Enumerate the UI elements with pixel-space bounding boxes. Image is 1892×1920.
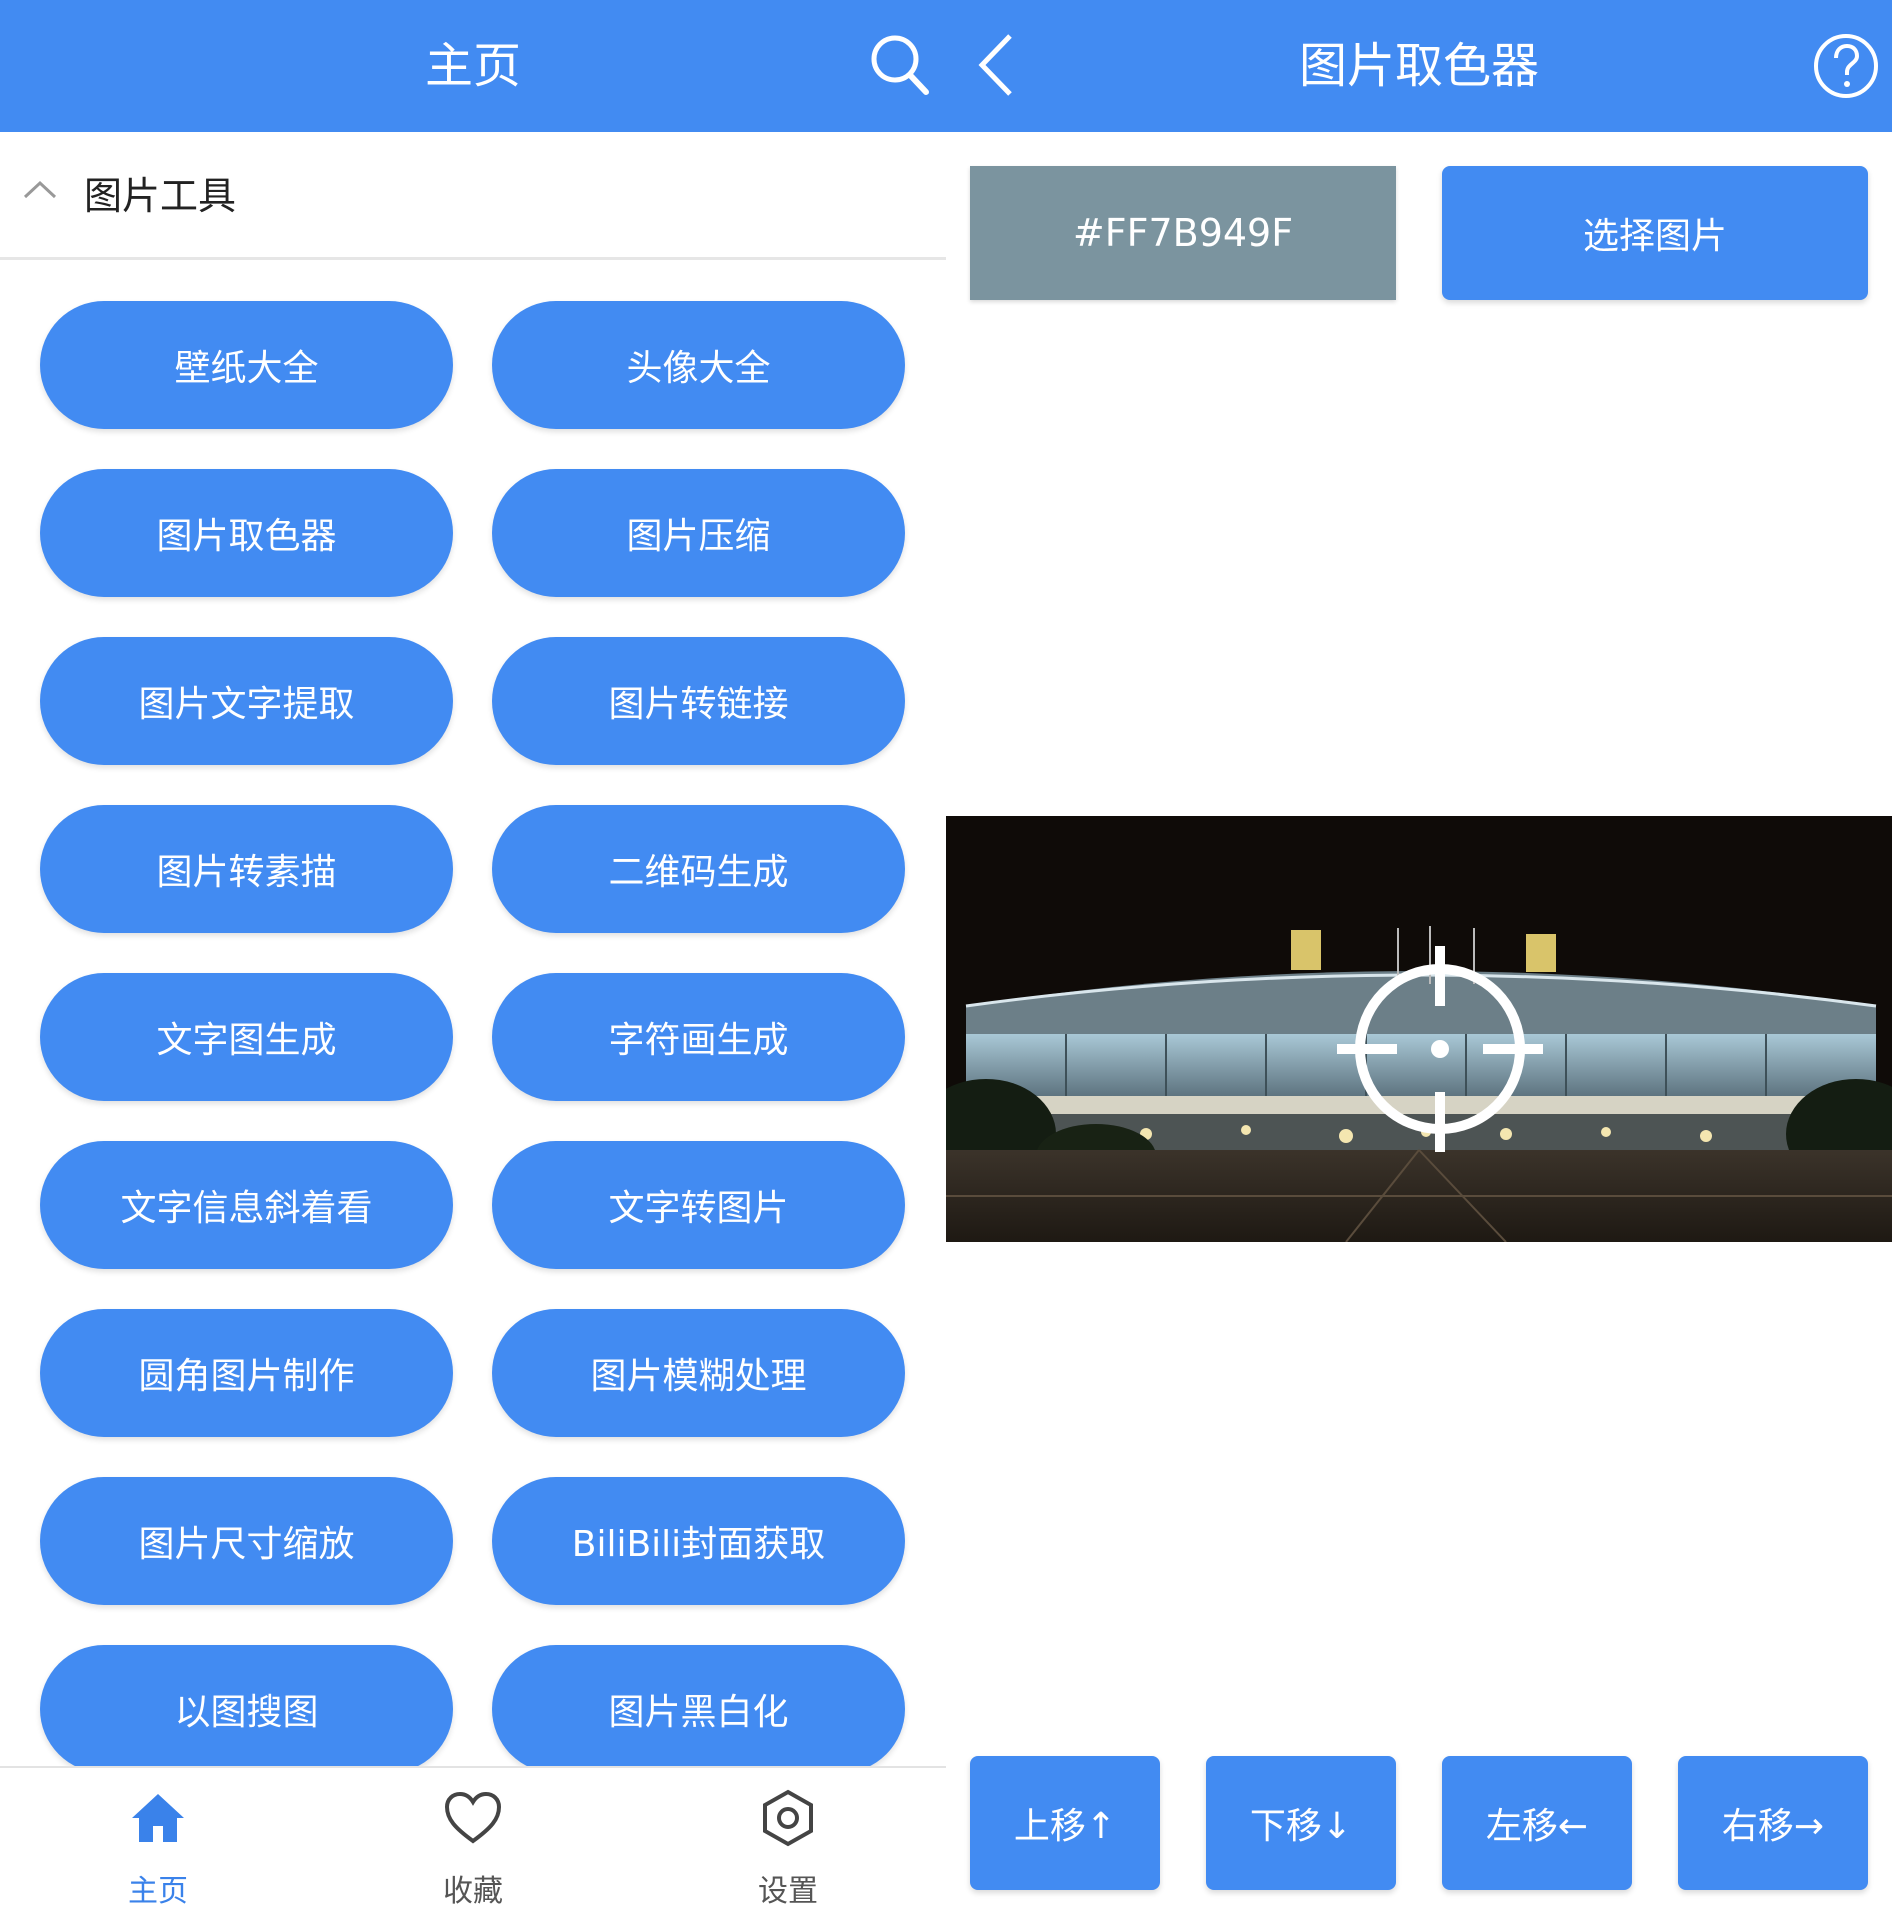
tool-button-text-image[interactable]: 文字图生成 [40, 973, 453, 1101]
image-preview[interactable] [946, 816, 1892, 1242]
tool-button-color-picker[interactable]: 图片取色器 [40, 469, 453, 597]
tool-button-reverse-search[interactable]: 以图搜图 [40, 1645, 453, 1773]
settings-icon [758, 1788, 818, 1852]
nav-item-favorites[interactable]: 收藏 [373, 1768, 573, 1920]
page-title: 图片取色器 [1298, 38, 1539, 94]
tool-button-ascii-art[interactable]: 字符画生成 [492, 973, 905, 1101]
heart-icon [443, 1788, 503, 1852]
nav-label-favorites: 收藏 [443, 1874, 503, 1909]
bottom-navigation: 主页 收藏 设置 [0, 1766, 946, 1920]
home-screen: 主页 图片工具 壁纸大全 头像大全 图片取色器 图片压缩 图片文字提取 图片转链… [0, 0, 946, 1920]
tool-button-sketch[interactable]: 图片转素描 [40, 805, 453, 933]
tool-button-bilibili-cover[interactable]: BiliBili封面获取 [492, 1477, 905, 1605]
home-icon [128, 1788, 188, 1852]
color-picker-screen: 图片取色器 #FF7B949F 选择图片 上移↑ 下移↓ 左移← 右移→ [946, 0, 1892, 1920]
tool-button-rounded-corners[interactable]: 圆角图片制作 [40, 1309, 453, 1437]
tool-button-grayscale[interactable]: 图片黑白化 [492, 1645, 905, 1773]
nav-item-settings[interactable]: 设置 [688, 1768, 888, 1920]
nav-label-home: 主页 [128, 1874, 188, 1909]
home-top-bar: 主页 [0, 0, 946, 132]
help-icon[interactable] [1812, 32, 1880, 100]
tool-button-compress[interactable]: 图片压缩 [492, 469, 905, 597]
select-image-button[interactable]: 选择图片 [1442, 166, 1868, 300]
chevron-up-icon [22, 178, 58, 204]
back-arrow-icon[interactable] [974, 30, 1018, 100]
move-right-button[interactable]: 右移→ [1678, 1756, 1868, 1890]
move-left-button[interactable]: 左移← [1442, 1756, 1632, 1890]
nav-item-home[interactable]: 主页 [58, 1768, 258, 1920]
move-down-button[interactable]: 下移↓ [1206, 1756, 1396, 1890]
tool-button-to-link[interactable]: 图片转链接 [492, 637, 905, 765]
nav-label-settings: 设置 [758, 1874, 818, 1909]
page-title: 主页 [424, 38, 521, 94]
night-station-photo [946, 816, 1892, 1242]
tool-button-qrcode[interactable]: 二维码生成 [492, 805, 905, 933]
picker-top-bar: 图片取色器 [946, 0, 1892, 132]
search-icon[interactable] [868, 32, 932, 98]
tool-button-text-to-image[interactable]: 文字转图片 [492, 1141, 905, 1269]
tool-button-blur[interactable]: 图片模糊处理 [492, 1309, 905, 1437]
tool-button-ocr[interactable]: 图片文字提取 [40, 637, 453, 765]
picked-color-value: #FF7B949F [970, 166, 1396, 300]
section-title: 图片工具 [84, 174, 237, 218]
move-up-button[interactable]: 上移↑ [970, 1756, 1160, 1890]
tool-button-avatars[interactable]: 头像大全 [492, 301, 905, 429]
tool-button-wallpapers[interactable]: 壁纸大全 [40, 301, 453, 429]
tool-button-resize[interactable]: 图片尺寸缩放 [40, 1477, 453, 1605]
section-header-image-tools[interactable]: 图片工具 [0, 132, 946, 260]
tool-button-slanted-text[interactable]: 文字信息斜着看 [40, 1141, 453, 1269]
